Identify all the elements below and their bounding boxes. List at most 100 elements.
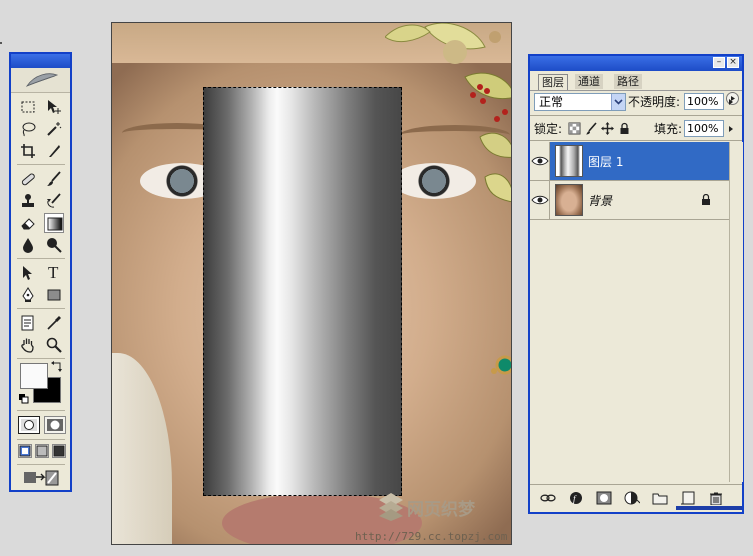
photoshop-logo[interactable] [11,68,70,93]
opacity-label: 不透明度: [628,95,681,109]
path-select-tool[interactable] [18,263,38,283]
lock-all-icon[interactable] [618,122,631,135]
lock-position-icon[interactable] [601,122,614,135]
layer-row-layer1[interactable]: 图层 1 [530,142,729,180]
healing-brush-icon [21,173,35,186]
clone-stamp-icon [22,194,34,207]
dodge-icon [47,238,62,253]
gradient-icon [47,217,63,231]
blend-mode-dropdown-button[interactable] [611,94,625,110]
notes-tool[interactable] [18,313,38,333]
eye-icon [531,195,549,205]
visibility-toggle[interactable] [530,181,550,219]
tab-channels[interactable]: 通道 [575,74,603,89]
brush-icon [47,171,61,186]
dodge-tool[interactable] [44,235,64,255]
standard-mode-button[interactable] [18,416,40,434]
path-select-icon [23,266,32,280]
hand-tool[interactable] [18,335,38,355]
fill-arrow-icon[interactable] [726,121,738,138]
fill-input[interactable]: 100% [684,120,724,137]
history-brush-icon [47,193,61,208]
screen-mode-full-menu[interactable] [35,444,49,458]
watermark-url: http://729.cc.topzj.com [355,530,508,543]
quick-mask-button[interactable] [44,416,66,434]
gradient-tool[interactable] [44,213,64,233]
imageready-icon [24,470,59,486]
watermark: 网页织梦 [377,491,511,525]
history-brush-tool[interactable] [44,191,64,211]
lasso-icon [22,122,36,137]
jump-to-imageready-button[interactable] [22,469,60,487]
add-mask-icon[interactable] [596,491,612,505]
toolbox-divider [17,439,65,440]
zoom-tool[interactable] [44,335,64,355]
crop-icon [21,144,35,158]
tools-palette: T [9,52,72,492]
layers-panel-titlebar[interactable]: – × [530,56,742,71]
resize-grip[interactable] [676,506,742,510]
close-icon: × [729,57,737,67]
layer-row-background[interactable]: 背景 [530,181,729,219]
eye-icon [531,156,549,166]
document-canvas[interactable]: 网页织梦 http://729.cc.topzj.com [111,22,512,545]
watermark-text: 网页织梦 [407,500,475,520]
type-tool[interactable]: T [44,263,64,283]
layer-name: 图层 1 [588,155,624,169]
trash-icon[interactable] [708,491,724,505]
tab-paths[interactable]: 路径 [614,74,642,89]
opacity-arrow-icon[interactable] [726,94,738,111]
default-colors-icon[interactable] [18,393,30,405]
clone-stamp-tool[interactable] [18,191,38,211]
visibility-toggle[interactable] [530,142,550,180]
slice-icon [49,145,60,157]
new-group-icon[interactable] [652,491,668,505]
gradient-selection[interactable] [203,87,402,496]
crop-tool[interactable] [18,141,38,161]
rectangle-shape-icon [47,289,61,301]
close-button[interactable]: × [727,57,739,68]
minimize-icon: – [716,57,722,67]
brush-tool[interactable] [44,169,64,189]
layers-scrollbar[interactable] [729,142,743,482]
blend-mode-select[interactable]: 正常 [534,93,626,111]
type-icon: T [48,263,59,282]
lasso-tool[interactable] [18,119,38,139]
move-tool[interactable] [44,97,64,117]
screen-mode-standard[interactable] [18,444,32,458]
magic-wand-tool[interactable] [44,119,64,139]
swap-colors-icon[interactable] [51,360,63,372]
blend-mode-value: 正常 [539,95,564,109]
rectangle-shape-tool[interactable] [44,285,64,305]
portrait-leaves-berries [385,23,511,203]
layer-name: 背景 [588,194,613,208]
tools-palette-titlebar[interactable] [11,54,70,68]
lock-label: 锁定: [534,122,563,136]
marquee-tool[interactable] [18,97,38,117]
blur-icon [23,238,33,253]
layer-style-icon[interactable]: f [568,491,584,505]
lock-pixels-icon[interactable] [585,122,598,135]
toolbox-divider [17,258,65,259]
healing-brush-tool[interactable] [18,169,38,189]
lock-transparency-icon[interactable] [568,122,581,135]
foreground-color-swatch[interactable] [20,363,48,389]
hand-icon [21,338,34,353]
toolbox-divider [17,308,65,309]
blur-tool[interactable] [18,235,38,255]
toolbox-divider [17,464,65,465]
opacity-input[interactable]: 100% [684,93,724,110]
lock-icon [702,194,710,205]
eraser-tool[interactable] [18,213,38,233]
adjustment-layer-icon[interactable] [624,491,640,505]
screen-mode-full[interactable] [52,444,66,458]
pen-tool[interactable] [18,285,38,305]
new-layer-icon[interactable] [680,491,696,505]
tab-layers[interactable]: 图层 [538,74,568,90]
eraser-icon [21,218,35,230]
eyedropper-tool[interactable] [44,313,64,333]
layer-thumbnail [555,184,583,216]
slice-tool[interactable] [44,141,64,161]
minimize-button[interactable]: – [713,57,725,68]
link-layers-icon[interactable] [540,491,556,505]
